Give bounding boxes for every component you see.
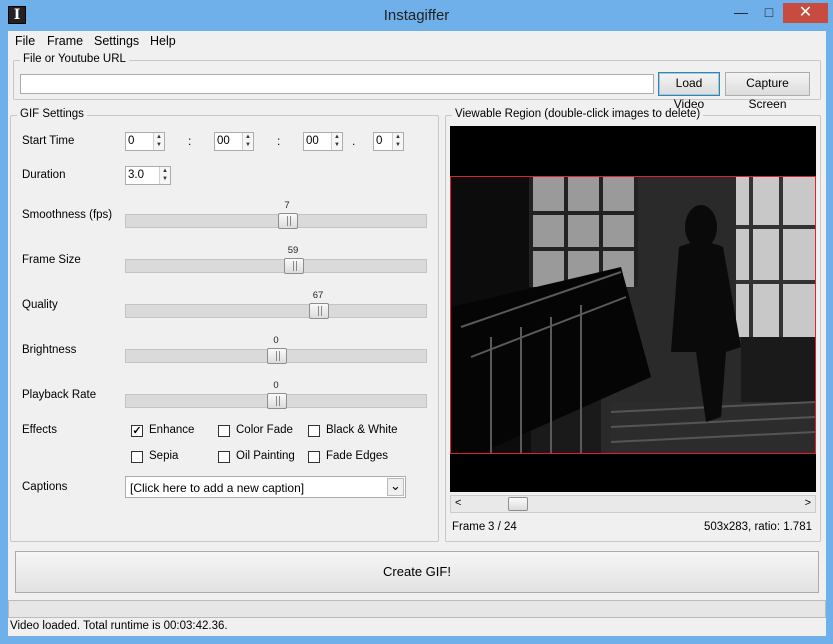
slider-track[interactable] — [125, 213, 427, 229]
minimize-button[interactable]: — — [727, 3, 755, 23]
time-separator: . — [352, 134, 356, 148]
start-fraction-value: 0 — [376, 135, 383, 147]
start-seconds-spinner[interactable]: 00 ▲ ▼ — [303, 132, 343, 151]
checkbox-fade-edges[interactable] — [308, 451, 320, 463]
slider-label: Smoothness (fps) — [22, 209, 113, 221]
slider-thumb[interactable] — [309, 303, 329, 319]
window-title: Instagiffer — [383, 7, 450, 24]
duration-spinner[interactable]: 3.0 ▲ ▼ — [125, 166, 171, 185]
time-separator: : — [188, 134, 192, 148]
slider-value: 67 — [312, 290, 324, 301]
url-input[interactable] — [20, 74, 654, 94]
menu-bar: File Frame Settings Help — [8, 31, 826, 51]
menu-help[interactable]: Help — [150, 34, 176, 48]
checkbox-label: Black & White — [326, 424, 398, 436]
slider-thumb[interactable] — [284, 258, 304, 274]
frame-counter: 3 / 24 — [488, 521, 517, 533]
time-separator: : — [277, 134, 281, 148]
start-minutes-value: 00 — [217, 135, 230, 147]
title-bar[interactable]: I Instagiffer — □ ✕ — [0, 0, 833, 31]
checkbox-oil-painting[interactable] — [218, 451, 230, 463]
slider-track[interactable] — [125, 348, 427, 364]
checkbox-color-fade[interactable] — [218, 425, 230, 437]
captions-label: Captions — [22, 481, 68, 493]
checkbox-enhance[interactable]: ✓ — [131, 425, 143, 437]
spinner-arrows-icon[interactable]: ▲ ▼ — [242, 133, 253, 150]
slider-value: 7 — [284, 200, 290, 211]
slider-label: Brightness — [22, 344, 77, 356]
captions-selected: [Click here to add a new caption] — [130, 481, 305, 495]
start-fraction-spinner[interactable]: 0 ▲ ▼ — [373, 132, 404, 151]
menu-file[interactable]: File — [15, 34, 35, 48]
chevron-down-icon[interactable]: ⌄ — [387, 478, 404, 496]
dimensions-label: 503x283, ratio: 1.781 — [703, 521, 812, 533]
viewer-legend: Viewable Region (double-click images to … — [452, 108, 704, 120]
captions-dropdown[interactable]: [Click here to add a new caption] ⌄ — [125, 476, 406, 498]
spinner-arrows-icon[interactable]: ▲ ▼ — [392, 133, 403, 150]
slider-thumb[interactable] — [267, 393, 287, 409]
checkbox-sepia[interactable] — [131, 451, 143, 463]
slider-track[interactable] — [125, 258, 427, 274]
checkbox-label: Sepia — [149, 450, 179, 462]
main-window: File Frame Settings Help File or Youtube… — [8, 31, 826, 636]
slider-value: 0 — [273, 380, 279, 391]
start-time-label: Start Time — [22, 135, 75, 147]
preview-photo — [451, 177, 815, 453]
slider-track[interactable] — [125, 303, 427, 319]
spinner-arrows-icon[interactable]: ▲ ▼ — [153, 133, 164, 150]
gif-settings-legend: GIF Settings — [17, 108, 87, 120]
slider-value: 0 — [273, 335, 279, 346]
scroll-left-icon[interactable]: < — [455, 497, 461, 509]
menu-frame[interactable]: Frame — [47, 34, 83, 48]
frame-scrollbar[interactable]: < > — [450, 495, 816, 513]
spinner-arrows-icon[interactable]: ▲ ▼ — [159, 167, 170, 184]
load-video-button[interactable]: Load Video — [658, 72, 720, 111]
start-minutes-spinner[interactable]: 00 ▲ ▼ — [214, 132, 254, 151]
slider-label: Playback Rate — [22, 389, 97, 401]
frame-scroll-thumb[interactable] — [508, 497, 528, 511]
capture-screen-button[interactable]: Capture Screen — [725, 72, 810, 111]
menu-settings[interactable]: Settings — [94, 34, 139, 48]
source-legend: File or Youtube URL — [20, 53, 129, 65]
slider-label: Quality — [22, 299, 58, 311]
checkbox-label: Enhance — [149, 424, 195, 436]
slider-track[interactable] — [125, 393, 427, 409]
slider-label: Frame Size — [22, 254, 81, 266]
slider-value: 59 — [287, 245, 299, 256]
effects-label: Effects — [22, 424, 57, 436]
start-seconds-value: 00 — [306, 135, 319, 147]
checkbox-label: Fade Edges — [326, 450, 389, 462]
slider-thumb[interactable] — [278, 213, 298, 229]
frame-label: Frame — [452, 521, 486, 533]
duration-label: Duration — [22, 169, 66, 181]
create-gif-button[interactable]: Create GIF! — [15, 551, 819, 593]
scroll-right-icon[interactable]: > — [805, 497, 811, 509]
checkbox-black-white[interactable] — [308, 425, 320, 437]
status-text: Video loaded. Total runtime is 00:03:42.… — [10, 620, 228, 632]
frame-preview-image[interactable] — [450, 176, 816, 454]
spinner-arrows-icon[interactable]: ▲ ▼ — [331, 133, 342, 150]
close-button[interactable]: ✕ — [783, 3, 828, 23]
progress-bar — [8, 600, 826, 618]
maximize-button[interactable]: □ — [755, 3, 783, 23]
slider-thumb[interactable] — [267, 348, 287, 364]
checkbox-label: Color Fade — [236, 424, 293, 436]
checkbox-label: Oil Painting — [236, 450, 295, 462]
duration-value: 3.0 — [128, 169, 144, 181]
start-hours-value: 0 — [128, 135, 135, 147]
start-hours-spinner[interactable]: 0 ▲ ▼ — [125, 132, 165, 151]
